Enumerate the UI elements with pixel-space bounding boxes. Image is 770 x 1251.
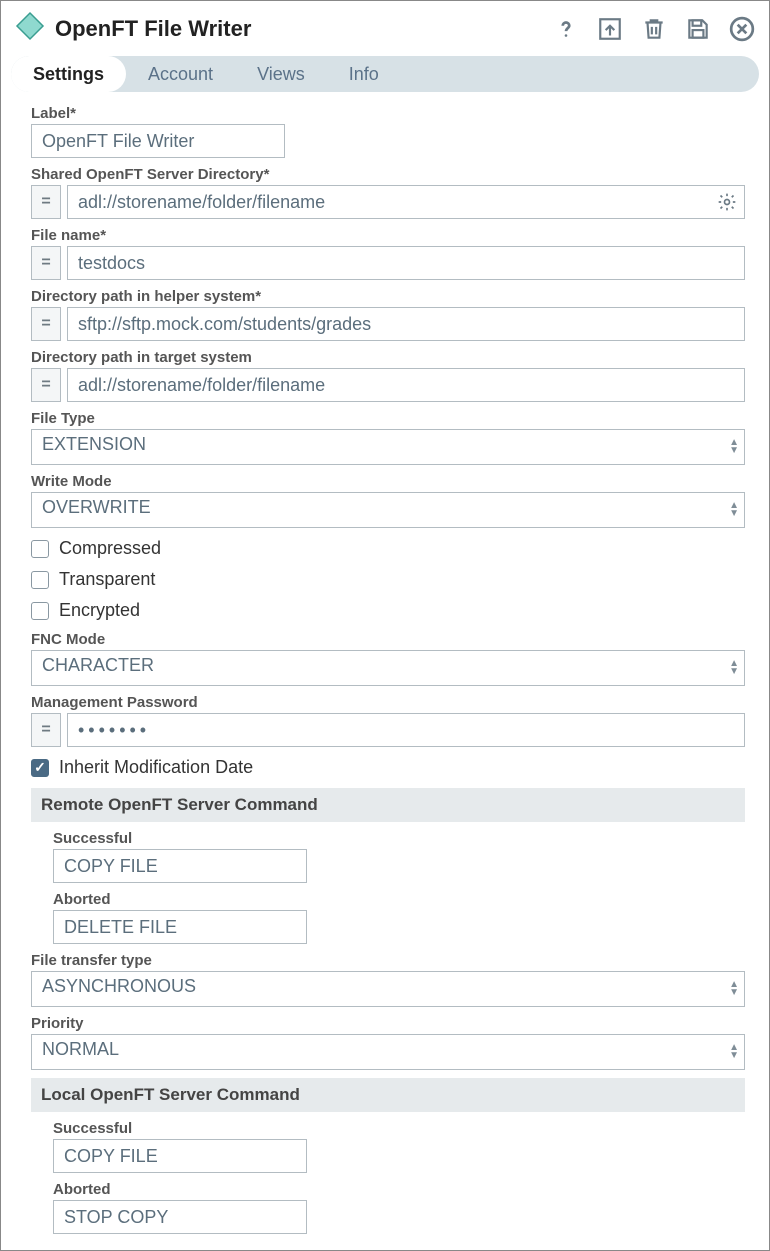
shared-dir-input[interactable] bbox=[67, 185, 745, 219]
shared-dir-label: Shared OpenFT Server Directory* bbox=[31, 166, 745, 183]
filetransfer-select[interactable]: ASYNCHRONOUS bbox=[31, 971, 745, 1007]
local-successful-input[interactable] bbox=[53, 1139, 307, 1173]
helper-path-label: Directory path in helper system* bbox=[31, 288, 745, 305]
local-command-header: Local OpenFT Server Command bbox=[31, 1078, 745, 1112]
expression-button[interactable]: = bbox=[31, 713, 61, 747]
mgmtpassword-input[interactable] bbox=[67, 713, 745, 747]
local-successful-label: Successful bbox=[53, 1120, 745, 1137]
helper-path-input[interactable] bbox=[67, 307, 745, 341]
expression-button[interactable]: = bbox=[31, 246, 61, 280]
fncmode-label: FNC Mode bbox=[31, 631, 745, 648]
tab-settings[interactable]: Settings bbox=[11, 56, 126, 92]
transparent-label: Transparent bbox=[59, 569, 155, 590]
remote-successful-input[interactable] bbox=[53, 849, 307, 883]
remote-successful-label: Successful bbox=[53, 830, 745, 847]
expression-button[interactable]: = bbox=[31, 185, 61, 219]
save-icon[interactable] bbox=[685, 16, 711, 42]
compressed-checkbox[interactable] bbox=[31, 540, 49, 558]
transparent-checkbox[interactable] bbox=[31, 571, 49, 589]
form-scroll[interactable]: Label* Shared OpenFT Server Directory* =… bbox=[9, 101, 761, 1242]
tab-account[interactable]: Account bbox=[126, 56, 235, 92]
label-label: Label* bbox=[31, 105, 745, 122]
remote-aborted-label: Aborted bbox=[53, 891, 745, 908]
encrypted-checkbox[interactable] bbox=[31, 602, 49, 620]
local-aborted-input[interactable] bbox=[53, 1200, 307, 1234]
gear-icon[interactable] bbox=[717, 192, 737, 212]
writemode-select[interactable]: OVERWRITE bbox=[31, 492, 745, 528]
writemode-label: Write Mode bbox=[31, 473, 745, 490]
filetype-label: File Type bbox=[31, 410, 745, 427]
label-input[interactable] bbox=[31, 124, 285, 158]
inherit-moddate-label: Inherit Modification Date bbox=[59, 757, 253, 778]
priority-label: Priority bbox=[31, 1015, 745, 1032]
remote-aborted-input[interactable] bbox=[53, 910, 307, 944]
titlebar: OpenFT File Writer bbox=[1, 1, 769, 56]
mgmtpassword-label: Management Password bbox=[31, 694, 745, 711]
target-path-label: Directory path in target system bbox=[31, 349, 745, 366]
tab-views[interactable]: Views bbox=[235, 56, 327, 92]
expression-button[interactable]: = bbox=[31, 307, 61, 341]
local-aborted-label: Aborted bbox=[53, 1181, 745, 1198]
export-icon[interactable] bbox=[597, 16, 623, 42]
close-icon[interactable] bbox=[729, 16, 755, 42]
trash-icon[interactable] bbox=[641, 16, 667, 42]
fncmode-select[interactable]: CHARACTER bbox=[31, 650, 745, 686]
compressed-label: Compressed bbox=[59, 538, 161, 559]
filename-input[interactable] bbox=[67, 246, 745, 280]
encrypted-label: Encrypted bbox=[59, 600, 140, 621]
filetransfer-label: File transfer type bbox=[31, 952, 745, 969]
help-icon[interactable] bbox=[553, 16, 579, 42]
expression-button[interactable]: = bbox=[31, 368, 61, 402]
page-title: OpenFT File Writer bbox=[55, 16, 543, 42]
priority-select[interactable]: NORMAL bbox=[31, 1034, 745, 1070]
filename-label: File name* bbox=[31, 227, 745, 244]
tab-info[interactable]: Info bbox=[327, 56, 401, 92]
tab-bar: Settings Account Views Info bbox=[11, 56, 759, 92]
app-icon bbox=[15, 11, 45, 46]
inherit-moddate-checkbox[interactable] bbox=[31, 759, 49, 777]
target-path-input[interactable] bbox=[67, 368, 745, 402]
remote-command-header: Remote OpenFT Server Command bbox=[31, 788, 745, 822]
filetype-select[interactable]: EXTENSION bbox=[31, 429, 745, 465]
